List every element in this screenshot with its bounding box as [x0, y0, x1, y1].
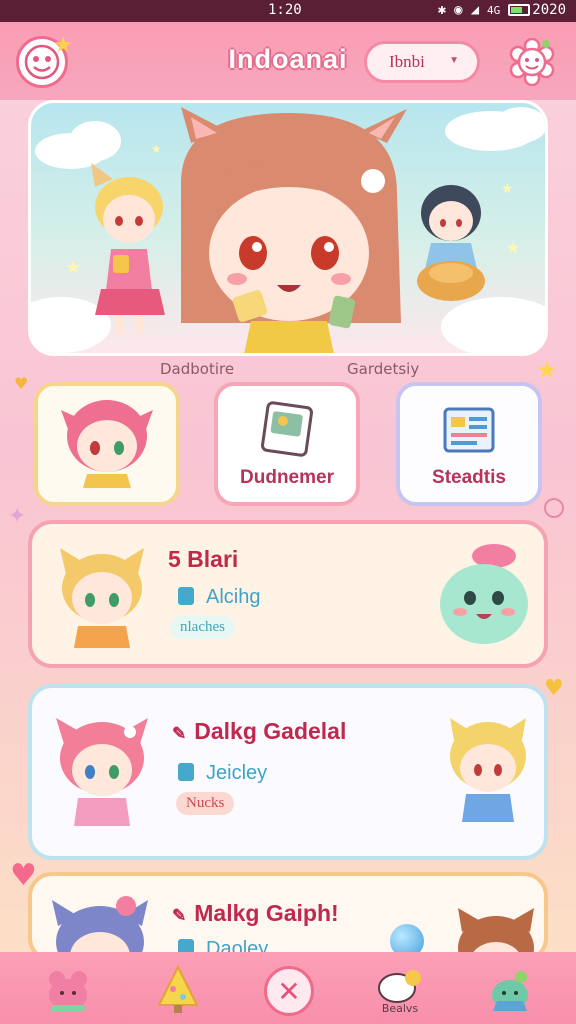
- chat-bubble-icon: [378, 970, 421, 1003]
- close-button[interactable]: ✕: [264, 966, 314, 1016]
- book-icon: [178, 587, 194, 605]
- card-label-2: Dudnemer: [240, 467, 334, 488]
- nav-explore-button[interactable]: [150, 962, 206, 1018]
- svg-text:★: ★: [501, 181, 514, 197]
- folder-doc-icon: [443, 407, 495, 453]
- blonde-girl-avatar: [450, 718, 526, 822]
- photo-card-icon: [261, 401, 313, 457]
- list-item-subtitle: Alcihg: [178, 586, 260, 609]
- pink-hair-girl-avatar: [61, 400, 153, 488]
- svg-text:★: ★: [151, 142, 162, 156]
- book-icon: [178, 763, 194, 781]
- app-title: Indoanai: [228, 44, 348, 74]
- settings-button[interactable]: [508, 38, 556, 86]
- status-bar: 1:20 ✱ ◉ ◢ 4G 2020: [0, 0, 576, 22]
- list-item-tag: nlaches: [170, 616, 235, 639]
- svg-text:★: ★: [506, 238, 520, 257]
- yellow-tree-icon: [157, 965, 199, 1013]
- header-dropdown[interactable]: Ibnbi ▼: [364, 41, 480, 83]
- hero-banner[interactable]: ★ ★ ★ ★: [28, 100, 548, 356]
- heart-icon: ♥: [14, 374, 29, 393]
- eye-icon: ◉: [454, 2, 463, 18]
- card-label-3: Steadtis: [432, 467, 506, 488]
- pen-icon: ✎: [172, 906, 187, 925]
- sparkle-icon: ✦: [8, 504, 27, 529]
- pen-icon: ✎: [172, 724, 187, 743]
- network-label: 4G: [487, 3, 501, 17]
- nav-home-button[interactable]: [40, 962, 96, 1018]
- pink-bear-icon: [49, 971, 87, 1011]
- app-header: ★ Indoanai Ibnbi ▼: [0, 22, 576, 100]
- heart-icon: ♥: [544, 676, 564, 701]
- section-label-right: Gardetsiy: [347, 360, 420, 378]
- status-icons: ✱ ◉ ◢ 4G 2020: [438, 2, 566, 18]
- list-item[interactable]: ✎ Dalkg Gadelal Jeicley Nucks: [28, 684, 548, 860]
- battery-icon: 2020: [508, 2, 566, 18]
- green-creature-icon: [492, 971, 528, 1011]
- signal-icon: ◢: [470, 2, 480, 18]
- list-item-title: ✎ Dalkg Gadelal: [172, 718, 347, 744]
- list-item[interactable]: 5 Blari Alcihg nlaches: [28, 520, 548, 668]
- list-item-subtitle: Jeicley: [178, 762, 267, 785]
- flower-gear-icon: [509, 38, 555, 86]
- svg-text:★: ★: [65, 257, 81, 278]
- hero-illustration: ★ ★ ★ ★: [31, 107, 545, 353]
- stats-card[interactable]: Steadtis: [396, 382, 542, 506]
- bottom-nav: ✕ Bealvs: [0, 952, 576, 1024]
- list-item-tag: Nucks: [176, 792, 235, 815]
- list-item-title: 5 Blari: [168, 546, 239, 572]
- chevron-down-icon: ▼: [449, 55, 459, 66]
- nav-profile-button[interactable]: [482, 962, 538, 1018]
- character-card[interactable]: [34, 382, 180, 506]
- dropdown-value: Ibnbi: [389, 52, 425, 71]
- green-slime-mascot: [440, 544, 528, 644]
- section-label-left: Dadbotire: [160, 360, 235, 378]
- list-item-title: ✎ Malkg Gaiph!: [172, 900, 339, 926]
- close-icon: ✕: [277, 974, 301, 1008]
- pink-hair-catgirl-avatar: [56, 718, 148, 826]
- bluetooth-icon: ✱: [437, 2, 447, 18]
- document-card[interactable]: Dudnemer: [214, 382, 360, 506]
- bubble-icon: [544, 498, 564, 518]
- list-item[interactable]: ✎ Malkg Gaiph! Daoley: [28, 872, 548, 962]
- blonde-catgirl-avatar: [60, 548, 144, 648]
- battery-text: 2020: [532, 2, 566, 18]
- status-time: 1:20: [268, 2, 302, 18]
- nav-caption: Bealvs: [381, 1002, 419, 1015]
- star-icon: ★: [536, 356, 558, 384]
